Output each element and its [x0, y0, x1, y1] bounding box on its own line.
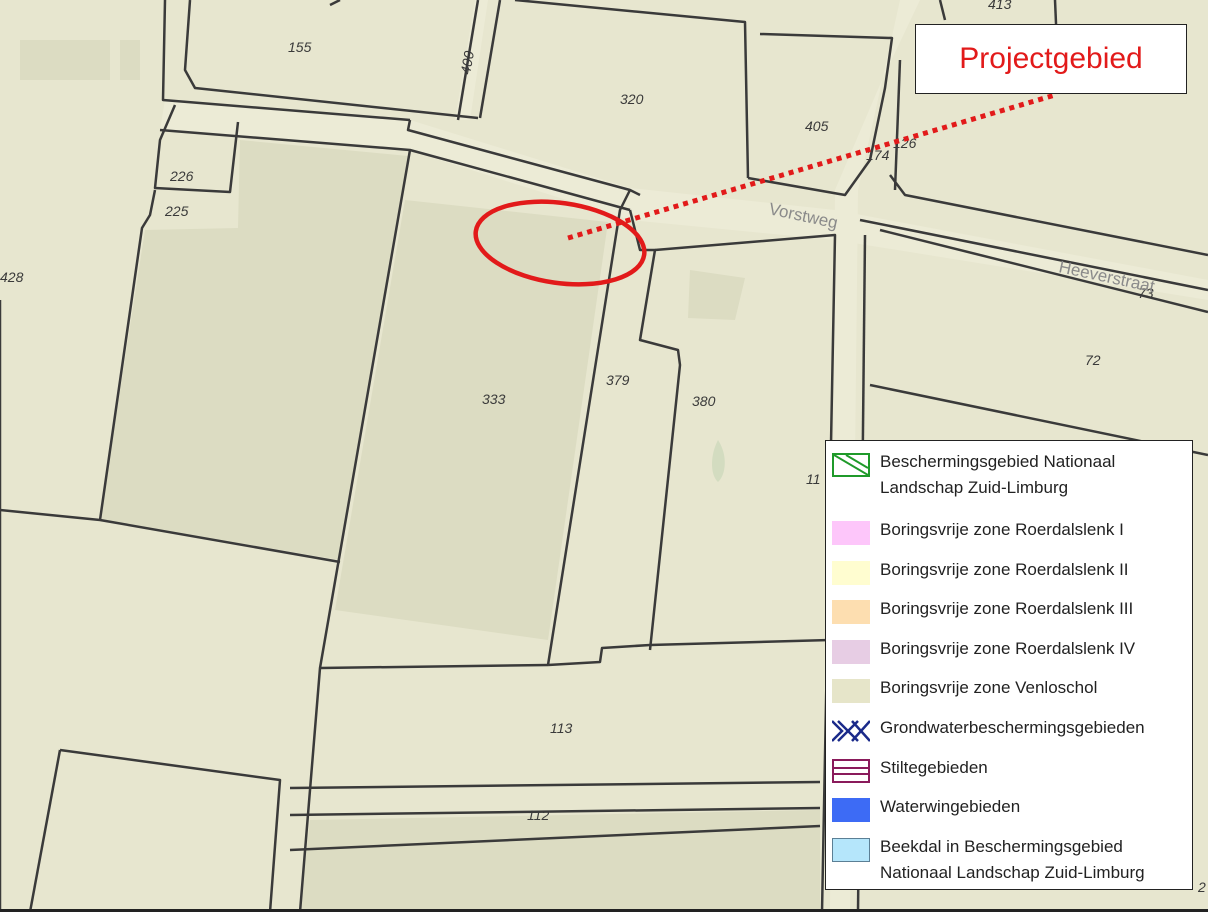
striped-magenta-icon	[832, 758, 870, 783]
blue-swatch	[832, 798, 870, 823]
legend-label: Boringsvrije zone Roerdalslenk I	[880, 520, 1124, 539]
legend-label: Waterwingebieden	[880, 797, 1021, 817]
parcel-label: 333	[482, 391, 506, 407]
parcel-label: 225	[164, 203, 189, 219]
legend-label: Beschermingsgebied Nationaal	[880, 452, 1116, 471]
legend-label: Stiltegebieden	[880, 757, 988, 777]
callout-label: Projectgebied	[959, 42, 1143, 75]
legend-item-venloschol: Boringsvrije zone Venloschol	[832, 675, 1186, 715]
legend-label: Grondwaterbeschermingsgebieden	[880, 717, 1145, 737]
parcel-label: 226	[169, 168, 194, 184]
legend-label: Boringsvrije zone Venloschol	[880, 678, 1098, 698]
parcel-label: 11	[806, 471, 821, 487]
parcel-label: 320	[620, 91, 644, 107]
yellow-swatch	[832, 560, 870, 585]
legend-item-roerdalslenk-2: Boringsvrije zone Roerdalslenk II	[832, 557, 1186, 597]
parcel-label: 113	[550, 720, 573, 736]
legend-item-roerdalslenk-1: Boringsvrije zone Roerdalslenk I	[832, 517, 1186, 557]
legend-item-waterwingebieden: Waterwingebieden	[832, 794, 1186, 834]
purple-swatch	[832, 639, 870, 664]
parcel-label: 428	[0, 269, 24, 285]
legend-item-roerdalslenk-4: Boringsvrije zone Roerdalslenk IV	[832, 636, 1186, 676]
light-blue-swatch	[832, 837, 870, 862]
legend-label: Boringsvrije zone Roerdalslenk III	[880, 599, 1134, 619]
legend-item-nationaal-landschap: Beschermingsgebied Nationaal Landschap Z…	[832, 449, 1186, 517]
parcel-label: 405	[805, 118, 829, 134]
blue-cross-hatch-icon	[832, 719, 870, 743]
parcel-label: 2	[1197, 879, 1206, 895]
legend-label: Landschap Zuid-Limburg	[880, 478, 1069, 497]
pink-swatch	[832, 521, 870, 545]
parcel-label: 155	[288, 39, 312, 55]
beige-swatch	[832, 679, 870, 704]
legend-item-roerdalslenk-3: Boringsvrije zone Roerdalslenk III	[832, 596, 1186, 636]
legend-item-beekdal: Beekdal in Beschermingsgebied Nationaal …	[832, 834, 1186, 902]
legend-label: Beekdal in Beschermingsgebied	[880, 836, 1123, 856]
legend-label: Nationaal Landschap Zuid-Limburg	[880, 862, 1145, 882]
orange-swatch	[832, 600, 870, 625]
parcel-label: 72	[1085, 352, 1101, 368]
parcel-label: 112	[527, 807, 550, 823]
parcel-label: 380	[692, 393, 716, 409]
project-area-callout: Projectgebied	[915, 24, 1187, 94]
legend-item-stiltegebieden: Stiltegebieden	[832, 755, 1186, 795]
parcel-label: 379	[606, 372, 630, 388]
legend-label: Boringsvrije zone Roerdalslenk IV	[880, 638, 1136, 658]
legend-item-grondwater: Grondwaterbeschermingsgebieden	[832, 715, 1186, 755]
legend-label: Boringsvrije zone Roerdalslenk II	[880, 559, 1129, 579]
hatched-green-square-icon	[832, 453, 870, 477]
map-legend: Beschermingsgebied Nationaal Landschap Z…	[825, 440, 1193, 890]
parcel-label: 413	[988, 0, 1012, 12]
